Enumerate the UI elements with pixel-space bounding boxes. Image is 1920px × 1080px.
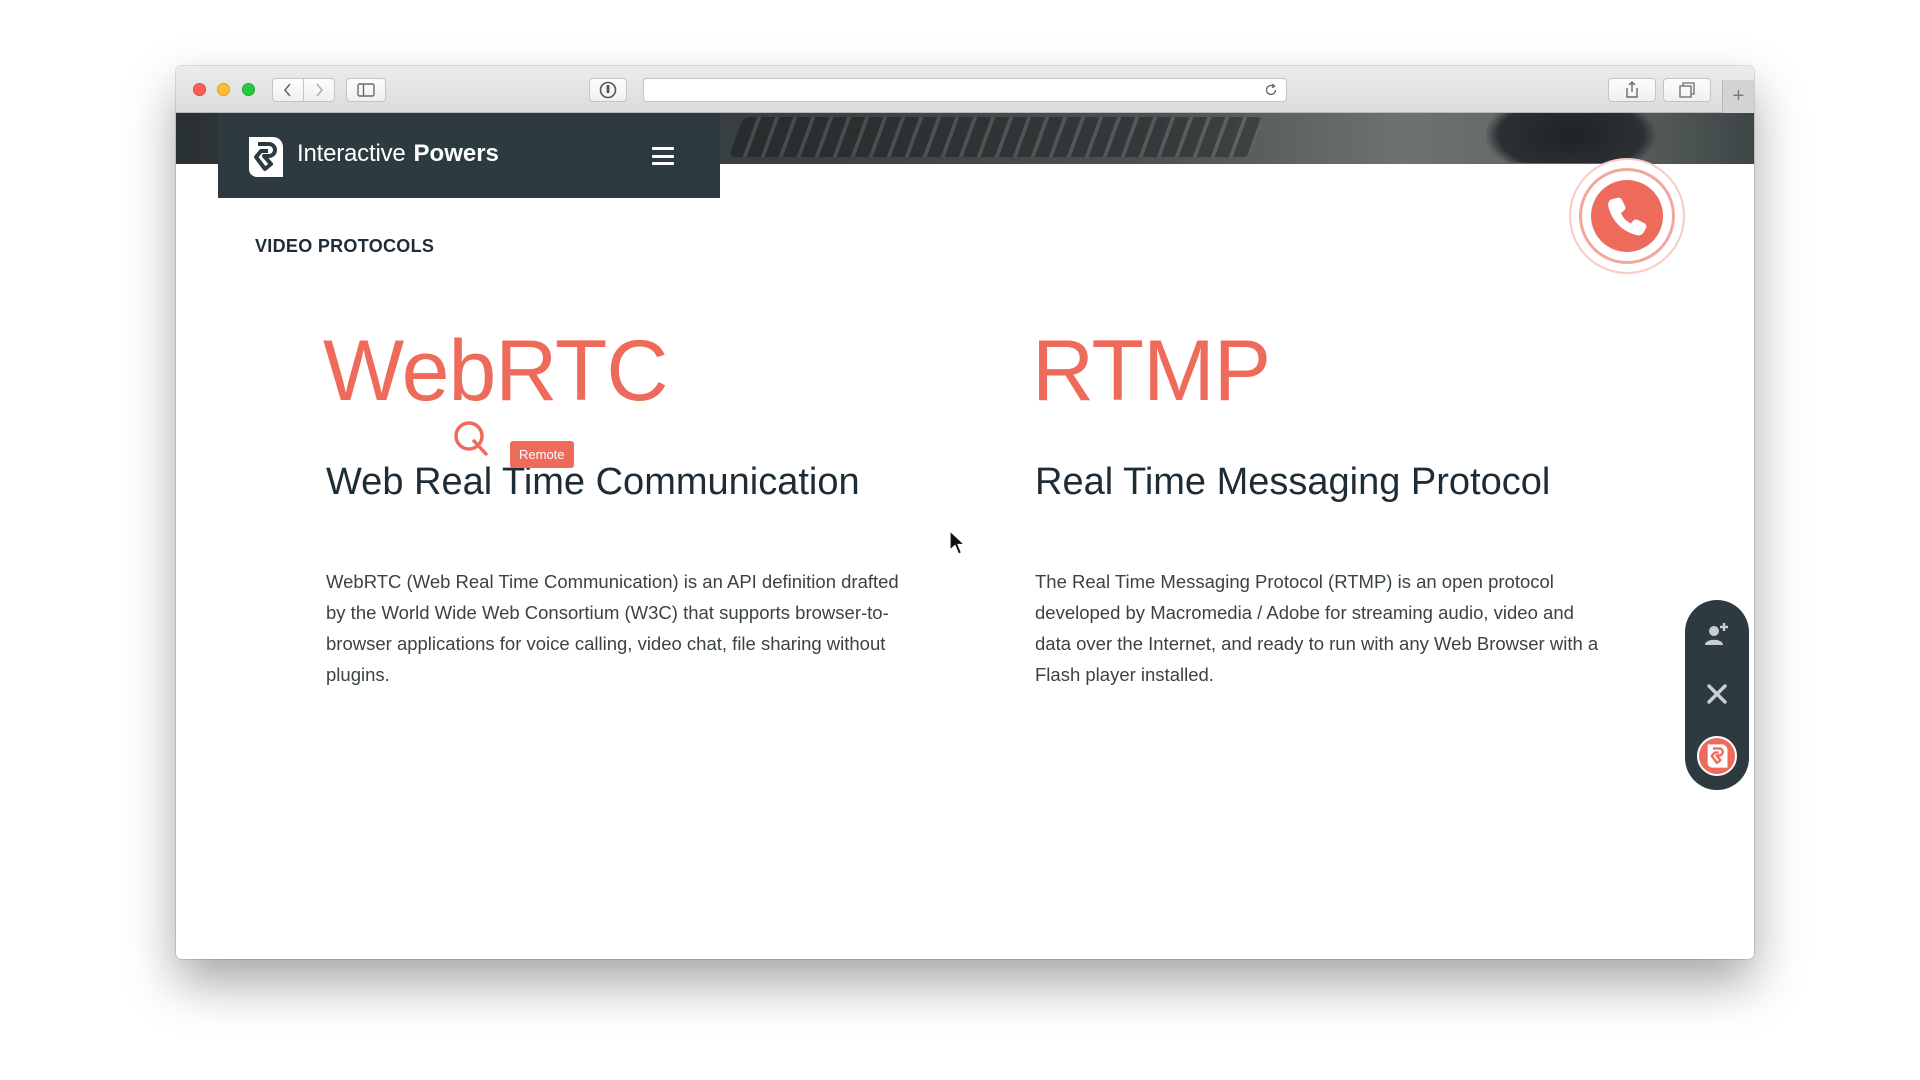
rtmp-subtitle: Real Time Messaging Protocol: [1035, 461, 1551, 503]
minimize-window-button[interactable]: [217, 83, 230, 96]
shield-icon: [599, 81, 617, 99]
webrtc-description: WebRTC (Web Real Time Communication) is …: [326, 571, 899, 685]
brand-name[interactable]: Interactive Powers: [297, 140, 499, 168]
interactive-powers-logo-icon[interactable]: [245, 133, 285, 181]
remote-pointer-label: Remote: [510, 441, 574, 468]
browser-toolbar: +: [176, 66, 1754, 113]
floating-widget: [1685, 600, 1749, 790]
mouse-cursor-icon: [949, 530, 967, 555]
plus-icon: +: [1732, 85, 1745, 107]
keyboard-image: [728, 117, 1264, 157]
section-title: VIDEO PROTOCOLS: [255, 236, 435, 256]
share-icon: [1626, 81, 1638, 98]
webrtc-subtitle: Web Real Time Communication: [326, 461, 860, 503]
hamburger-menu-icon[interactable]: [652, 147, 674, 165]
webrtc-title: WebRTC: [323, 323, 668, 419]
call-button-inner: [1591, 180, 1663, 252]
web-page: Interactive Powers VIDEO PROTOCOLS WebRT…: [176, 113, 1754, 959]
share-button[interactable]: [1608, 78, 1656, 102]
close-widget-button[interactable]: [1701, 678, 1733, 710]
mouse-image: [1486, 113, 1656, 163]
rtmp-description: The Real Time Messaging Protocol (RTMP) …: [1035, 571, 1599, 685]
sidebar-icon: [357, 83, 375, 97]
widget-logo-button[interactable]: [1697, 736, 1737, 776]
close-icon: [1707, 684, 1727, 704]
rtmp-title: RTMP: [1032, 323, 1271, 419]
zoom-window-button[interactable]: [242, 83, 255, 96]
brand-name-light: Interactive: [297, 140, 406, 167]
close-window-button[interactable]: [193, 83, 206, 96]
add-user-icon: [1705, 623, 1728, 645]
reload-icon[interactable]: [1264, 83, 1278, 97]
add-contact-button[interactable]: [1701, 618, 1733, 650]
address-bar[interactable]: [643, 78, 1287, 102]
remote-pointer-icon: [454, 421, 488, 456]
phone-icon: [1608, 197, 1647, 236]
new-tab-button[interactable]: +: [1722, 80, 1754, 113]
back-button[interactable]: [272, 78, 304, 102]
site-header: Interactive Powers: [218, 113, 720, 198]
sidebar-toggle-button[interactable]: [346, 78, 386, 102]
chevron-left-icon: [283, 83, 291, 97]
brand-name-bold: Powers: [413, 140, 499, 167]
interactive-powers-logo-icon: [1707, 744, 1728, 768]
chevron-right-icon: [316, 83, 324, 97]
browser-window: + Interactive Powers VIDEO PROTOCOLS Web…: [176, 66, 1754, 959]
tabs-icon: [1679, 82, 1695, 98]
privacy-report-button[interactable]: [589, 78, 627, 102]
tab-overview-button[interactable]: [1663, 78, 1711, 102]
call-button[interactable]: [1579, 168, 1675, 264]
forward-button[interactable]: [303, 78, 335, 102]
